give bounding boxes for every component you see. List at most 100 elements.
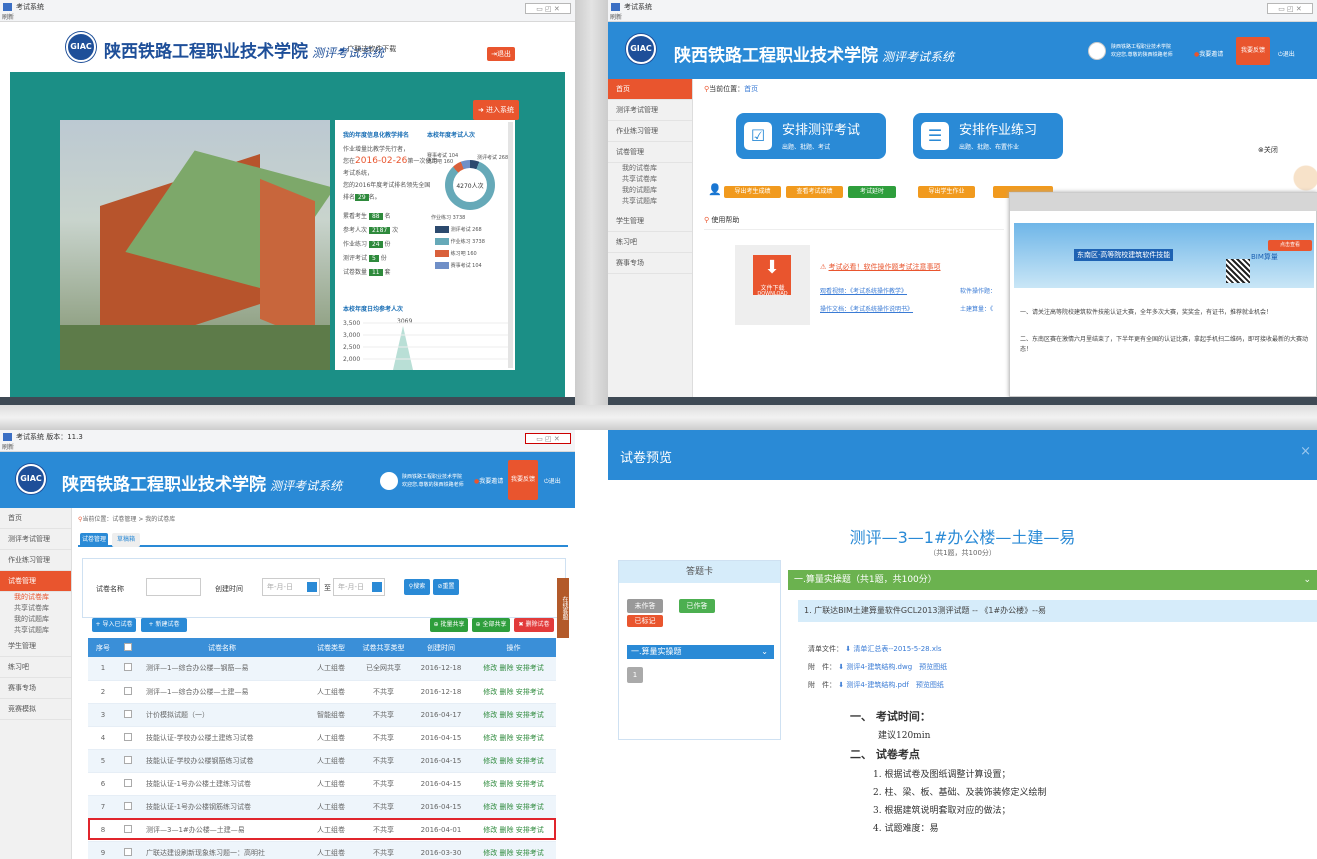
- row-actions[interactable]: 修改 删除 安排考试: [471, 680, 556, 704]
- search-button[interactable]: ⚲搜索: [404, 579, 430, 595]
- download-link[interactable]: ☁ 广联达软件下载: [338, 44, 396, 54]
- row-actions[interactable]: 修改 删除 安排考试: [471, 795, 556, 819]
- window-controls[interactable]: ▭ ◰ ✕: [525, 3, 571, 14]
- sidebar-subitem[interactable]: 共享试卷库: [0, 603, 71, 614]
- sidebar-item[interactable]: 首页: [608, 79, 692, 100]
- table-row[interactable]: 1 测评—1—综合办公楼—钢筋—易 人工组卷 已全网共享 2016-12-18 修改 删除…: [88, 657, 556, 681]
- arrange-homework-card[interactable]: ☰ 安排作业练习 出题、批题、布置作业: [913, 113, 1063, 159]
- section-header[interactable]: 一.算量实操题（共1题，共100分） ⌄: [788, 570, 1317, 590]
- window-controls[interactable]: ▭ ◰ ✕: [1267, 3, 1313, 14]
- manual-link[interactable]: 操作文档：《考试系统操作说明书》: [820, 304, 913, 313]
- table-row[interactable]: 5 技能认证-学校办公楼钢筋练习试卷 人工组卷 不共享 2016-04-15 修改 删除 …: [88, 749, 556, 773]
- preview-drawing-link[interactable]: 预览图纸: [916, 681, 944, 689]
- sidebar-item[interactable]: 赛事专场: [608, 253, 692, 274]
- paper-name-input[interactable]: [146, 578, 201, 596]
- attachment-link[interactable]: 测评4-建筑结构.pdf: [846, 681, 909, 689]
- sidebar-subitem[interactable]: 共享试题库: [0, 625, 71, 636]
- row-checkbox[interactable]: [118, 749, 138, 773]
- extend-time-button[interactable]: 考试延时: [848, 186, 896, 198]
- row-checkbox[interactable]: [118, 841, 138, 859]
- close-link[interactable]: ⊗关闭: [1258, 145, 1278, 155]
- sidebar-item[interactable]: 学生管理: [0, 636, 71, 657]
- row-checkbox[interactable]: [118, 795, 138, 819]
- sidebar-item[interactable]: 测评考试管理: [0, 529, 71, 550]
- row-actions[interactable]: 修改 删除 安排考试: [471, 841, 556, 859]
- sidebar-item[interactable]: 我的试卷库: [608, 163, 692, 174]
- event-banner[interactable]: 东南区·高等院校建筑软件技能 BIM算量: [1014, 223, 1314, 288]
- refresh-menu[interactable]: 刷新: [2, 12, 14, 21]
- tab-drafts[interactable]: 草稿箱: [112, 533, 140, 547]
- row-actions[interactable]: 修改 删除 安排考试: [471, 749, 556, 773]
- user-avatar[interactable]: [380, 472, 398, 490]
- table-row[interactable]: 6 技能认证-1号办公楼土建练习试卷 人工组卷 不共享 2016-04-15 修改 删除 …: [88, 772, 556, 796]
- list-file-link[interactable]: 清单汇总表--2015-5-28.xls: [853, 645, 941, 653]
- table-row[interactable]: 7 技能认证-1号办公楼钢筋练习试卷 人工组卷 不共享 2016-04-15 修改 删除 …: [88, 795, 556, 819]
- batch-share-button[interactable]: ⊕ 批量共享: [430, 618, 468, 632]
- end-date-input[interactable]: 年-月-日: [333, 578, 385, 596]
- export-grades-button[interactable]: 导出考生成绩: [724, 186, 781, 198]
- sidebar-item[interactable]: 首页: [0, 508, 71, 529]
- invite-link[interactable]: ●我要邀请: [1194, 49, 1223, 58]
- attachment-link[interactable]: 测评4-建筑结构.dwg: [846, 663, 912, 671]
- table-row[interactable]: 2 测评—1—综合办公楼—土建—易 人工组卷 不共享 2016-12-18 修改 删除 安…: [88, 680, 556, 704]
- share-all-button[interactable]: ⊕ 全部共享: [472, 618, 510, 632]
- sidebar-item[interactable]: 我的试题库: [608, 185, 692, 196]
- feedback-button[interactable]: 我要反馈: [508, 460, 538, 500]
- question-number-button[interactable]: 1: [627, 667, 643, 683]
- row-checkbox[interactable]: [118, 657, 138, 681]
- feedback-button[interactable]: 我要反馈: [1236, 37, 1270, 65]
- sidebar-item[interactable]: 共享试卷库: [608, 174, 692, 185]
- sidebar-item[interactable]: 赛事专场: [0, 678, 71, 699]
- table-row[interactable]: 4 技能认证-学校办公楼土建练习试卷 人工组卷 不共享 2016-04-15 修改 删除 …: [88, 726, 556, 750]
- exit-link[interactable]: ⏻退出: [1278, 49, 1295, 59]
- sidebar-item[interactable]: 试卷管理: [608, 142, 692, 163]
- row-checkbox[interactable]: [118, 703, 138, 727]
- enter-system-button[interactable]: ➜ 进入系统: [473, 100, 519, 120]
- sidebar-item[interactable]: 作业练习管理: [0, 550, 71, 571]
- row-checkbox[interactable]: [118, 772, 138, 796]
- sidebar-item[interactable]: 共享试题库: [608, 196, 692, 207]
- reset-button[interactable]: ⊘重置: [433, 579, 459, 595]
- preview-drawing-link[interactable]: 预览图纸: [919, 663, 947, 671]
- close-icon[interactable]: ×: [1300, 444, 1311, 459]
- row-checkbox[interactable]: [118, 726, 138, 750]
- sidebar-subitem[interactable]: 我的试题库: [0, 614, 71, 625]
- view-grades-button[interactable]: 查看考试成绩: [786, 186, 843, 198]
- sidebar-item[interactable]: 竞赛模拟: [0, 699, 71, 720]
- start-date-input[interactable]: 年-月-日: [262, 578, 320, 596]
- download-panel[interactable]: ⬇ 文件下载 DOWNLOAD: [735, 245, 810, 325]
- notice-link[interactable]: ⚠ 考试必看！软件操作题考试注意事项: [820, 262, 941, 272]
- row-actions[interactable]: 修改 删除 安排考试: [471, 657, 556, 681]
- scrollbar[interactable]: [508, 122, 513, 368]
- software-link[interactable]: 软件操作题：: [960, 286, 996, 295]
- section-dropdown[interactable]: 一.算量实操题 ⌄: [627, 645, 774, 659]
- exit-button[interactable]: ⇥退出: [487, 47, 515, 61]
- import-paper-button[interactable]: + 导入已试卷: [92, 618, 136, 632]
- delete-paper-button[interactable]: ✖ 删除试卷: [514, 618, 554, 632]
- row-actions[interactable]: 修改 删除 安排考试: [471, 726, 556, 750]
- sidebar-item[interactable]: 试卷管理: [0, 571, 71, 592]
- invite-link[interactable]: ●我要邀请: [474, 476, 503, 485]
- refresh-menu[interactable]: 刷新: [2, 442, 14, 451]
- window-controls[interactable]: ▭ ◰ ✕: [525, 433, 571, 444]
- tab-paper-manage[interactable]: 试卷管理: [80, 533, 108, 547]
- export-homework-button[interactable]: 导出学生作业: [918, 186, 975, 198]
- table-row[interactable]: 9 广联达建设刷新现象练习题一：高明社 人工组卷 不共享 2016-03-30 修改 删除…: [88, 841, 556, 859]
- civil-link[interactable]: 土建算量：《: [960, 304, 993, 313]
- arrange-exam-card[interactable]: ☑ 安排测评考试 出题、批题、考试: [736, 113, 886, 159]
- side-service-tab[interactable]: 在线客服: [557, 578, 569, 638]
- click-view-button[interactable]: 点击查看: [1268, 240, 1312, 251]
- col-header-select[interactable]: [118, 638, 138, 657]
- sidebar-item[interactable]: 练习吧: [608, 232, 692, 253]
- new-paper-button[interactable]: + 新建试卷: [141, 618, 187, 632]
- table-row[interactable]: 3 计价模拟试题（一） 智能组卷 不共享 2016-04-17 修改 删除 安排考试: [88, 703, 556, 727]
- row-checkbox[interactable]: [118, 680, 138, 704]
- user-avatar[interactable]: [1088, 42, 1106, 60]
- video-link[interactable]: 观看视频：《考试系统操作教学》: [820, 286, 907, 295]
- sidebar-subitem[interactable]: 我的试卷库: [0, 592, 71, 603]
- exit-link[interactable]: ⏻退出: [544, 476, 561, 486]
- sidebar-item[interactable]: 学生管理: [608, 211, 692, 232]
- row-actions[interactable]: 修改 删除 安排考试: [471, 772, 556, 796]
- row-actions[interactable]: 修改 删除 安排考试: [471, 703, 556, 727]
- sidebar-item[interactable]: 练习吧: [0, 657, 71, 678]
